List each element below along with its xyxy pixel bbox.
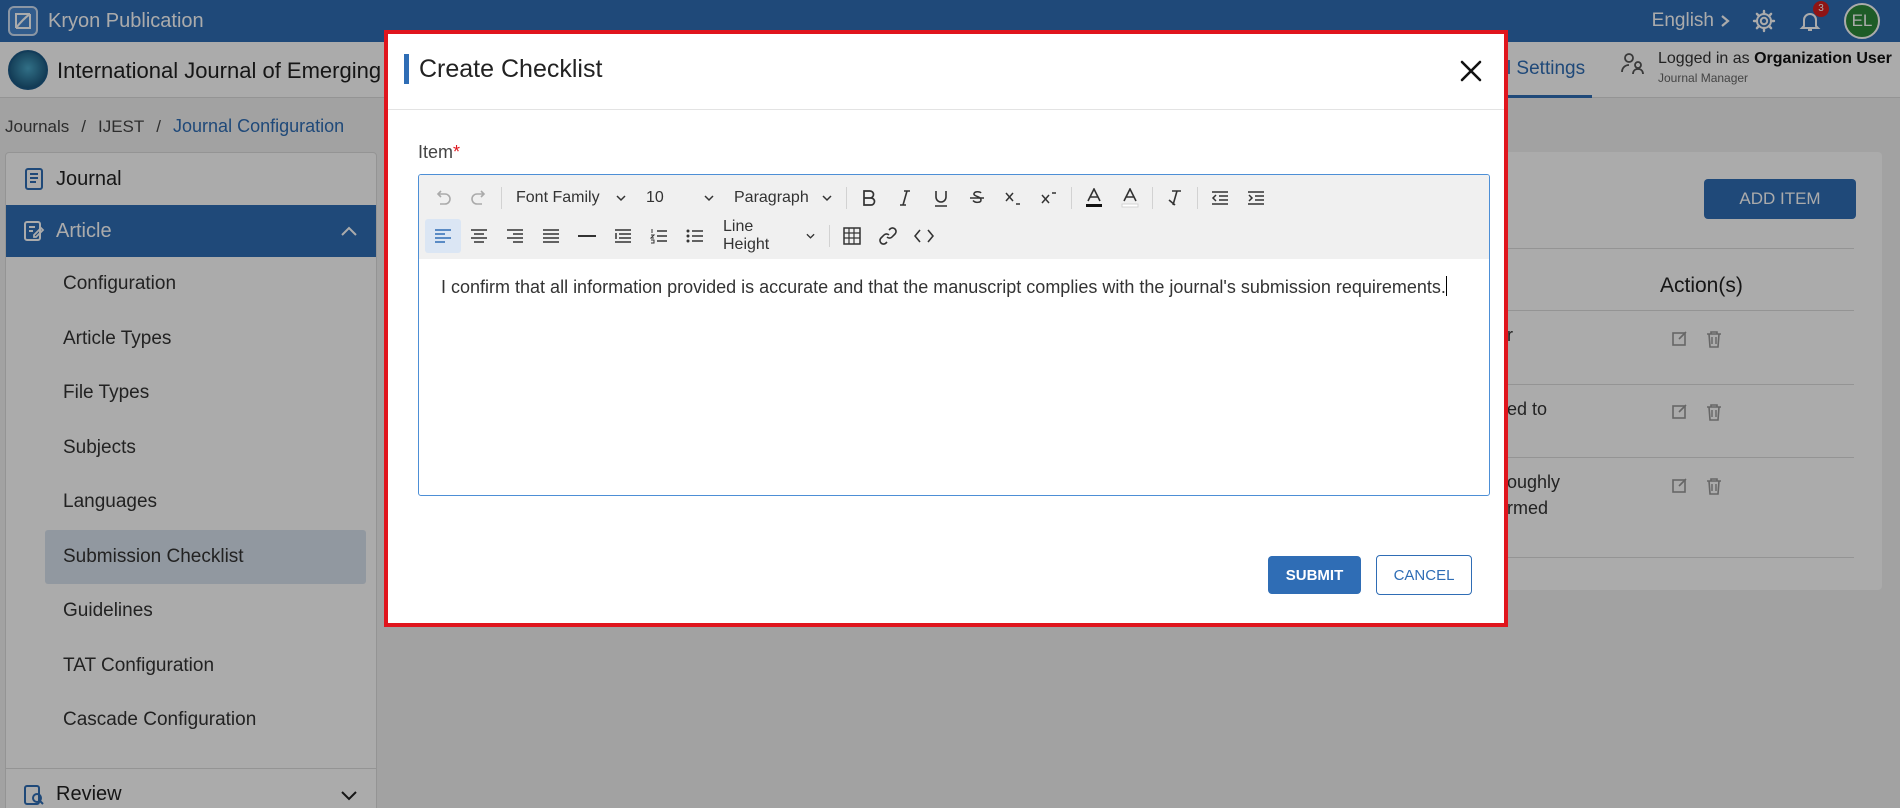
close-icon bbox=[1460, 60, 1482, 82]
indent-button[interactable] bbox=[1238, 181, 1274, 215]
editor-content-area[interactable]: I confirm that all information provided … bbox=[419, 259, 1489, 315]
editor-text: I confirm that all information provided … bbox=[441, 277, 1446, 297]
horizontal-rule-icon bbox=[578, 235, 596, 237]
align-center-button[interactable] bbox=[461, 219, 497, 253]
superscript-button[interactable] bbox=[1031, 181, 1067, 215]
source-code-button[interactable] bbox=[906, 219, 942, 253]
italic-button[interactable] bbox=[887, 181, 923, 215]
chevron-down-icon bbox=[806, 233, 815, 239]
bold-button[interactable] bbox=[851, 181, 887, 215]
font-size-select[interactable]: 10 bbox=[636, 181, 724, 215]
toolbar-separator bbox=[1152, 187, 1153, 209]
text-color-button[interactable] bbox=[1076, 181, 1112, 215]
block-format-select[interactable]: Paragraph bbox=[724, 181, 842, 215]
table-icon bbox=[843, 227, 861, 245]
outdent-button[interactable] bbox=[1202, 181, 1238, 215]
align-left-icon bbox=[435, 229, 451, 243]
strikethrough-button[interactable] bbox=[959, 181, 995, 215]
align-justify-icon bbox=[543, 229, 559, 243]
block-format-label: Paragraph bbox=[734, 189, 809, 206]
underline-button[interactable] bbox=[923, 181, 959, 215]
toolbar-separator bbox=[829, 225, 830, 247]
text-caret bbox=[1445, 276, 1447, 296]
font-family-select[interactable]: Font Family bbox=[506, 181, 636, 215]
line-spacing-button[interactable] bbox=[605, 219, 641, 253]
clear-format-icon bbox=[1168, 190, 1181, 206]
editor-toolbar: Font Family 10 Paragraph Line Height bbox=[419, 175, 1489, 259]
insert-link-button[interactable] bbox=[870, 219, 906, 253]
submit-button[interactable]: SUBMIT bbox=[1268, 556, 1361, 594]
dialog-title: Create Checklist bbox=[404, 54, 602, 84]
line-spacing-icon bbox=[615, 229, 631, 243]
redo-icon bbox=[471, 190, 486, 205]
bullet-list-icon bbox=[686, 229, 703, 243]
subscript-button[interactable] bbox=[995, 181, 1031, 215]
highlight-icon bbox=[1121, 188, 1139, 208]
undo-button[interactable] bbox=[425, 181, 461, 215]
align-justify-button[interactable] bbox=[533, 219, 569, 253]
insert-table-button[interactable] bbox=[834, 219, 870, 253]
create-checklist-dialog: Create Checklist Item* Font Family 10 Pa… bbox=[384, 30, 1508, 627]
align-left-button[interactable] bbox=[425, 219, 461, 253]
align-right-icon bbox=[507, 229, 523, 243]
chevron-down-icon bbox=[704, 194, 714, 201]
text-color-icon bbox=[1086, 188, 1102, 207]
close-button[interactable] bbox=[1454, 54, 1488, 88]
redo-button[interactable] bbox=[461, 181, 497, 215]
indent-icon bbox=[1248, 191, 1264, 205]
font-size-label: 10 bbox=[646, 189, 664, 206]
toolbar-separator bbox=[1071, 187, 1072, 209]
chevron-down-icon bbox=[616, 194, 626, 201]
bold-icon bbox=[863, 190, 876, 206]
rich-text-editor: Font Family 10 Paragraph Line Height I c… bbox=[418, 174, 1490, 496]
toolbar-separator bbox=[501, 187, 502, 209]
font-family-label: Font Family bbox=[516, 189, 600, 206]
required-mark: * bbox=[453, 142, 461, 162]
link-icon bbox=[879, 227, 897, 245]
bullet-list-button[interactable] bbox=[677, 219, 713, 253]
numbered-list-button[interactable] bbox=[641, 219, 677, 253]
line-height-label: Line Height bbox=[723, 218, 770, 253]
item-field-label: Item* bbox=[418, 142, 461, 162]
align-right-button[interactable] bbox=[497, 219, 533, 253]
dialog-header: Create Checklist bbox=[388, 34, 1504, 110]
toolbar-separator bbox=[1197, 187, 1198, 209]
background-color-button[interactable] bbox=[1112, 181, 1148, 215]
horizontal-rule-button[interactable] bbox=[569, 219, 605, 253]
clear-formatting-button[interactable] bbox=[1157, 181, 1193, 215]
code-icon bbox=[914, 229, 934, 243]
underline-icon bbox=[935, 190, 947, 207]
strikethrough-icon bbox=[970, 191, 984, 204]
numbered-list-icon bbox=[650, 229, 667, 244]
outdent-icon bbox=[1211, 191, 1228, 205]
italic-icon bbox=[900, 190, 910, 206]
superscript-icon bbox=[1041, 192, 1056, 204]
align-center-icon bbox=[471, 229, 487, 243]
cancel-button[interactable]: CANCEL bbox=[1376, 555, 1472, 595]
line-height-select[interactable]: Line Height bbox=[713, 218, 825, 253]
undo-icon bbox=[436, 190, 451, 205]
chevron-down-icon bbox=[822, 194, 832, 201]
toolbar-separator bbox=[846, 187, 847, 209]
subscript-icon bbox=[1005, 192, 1020, 205]
